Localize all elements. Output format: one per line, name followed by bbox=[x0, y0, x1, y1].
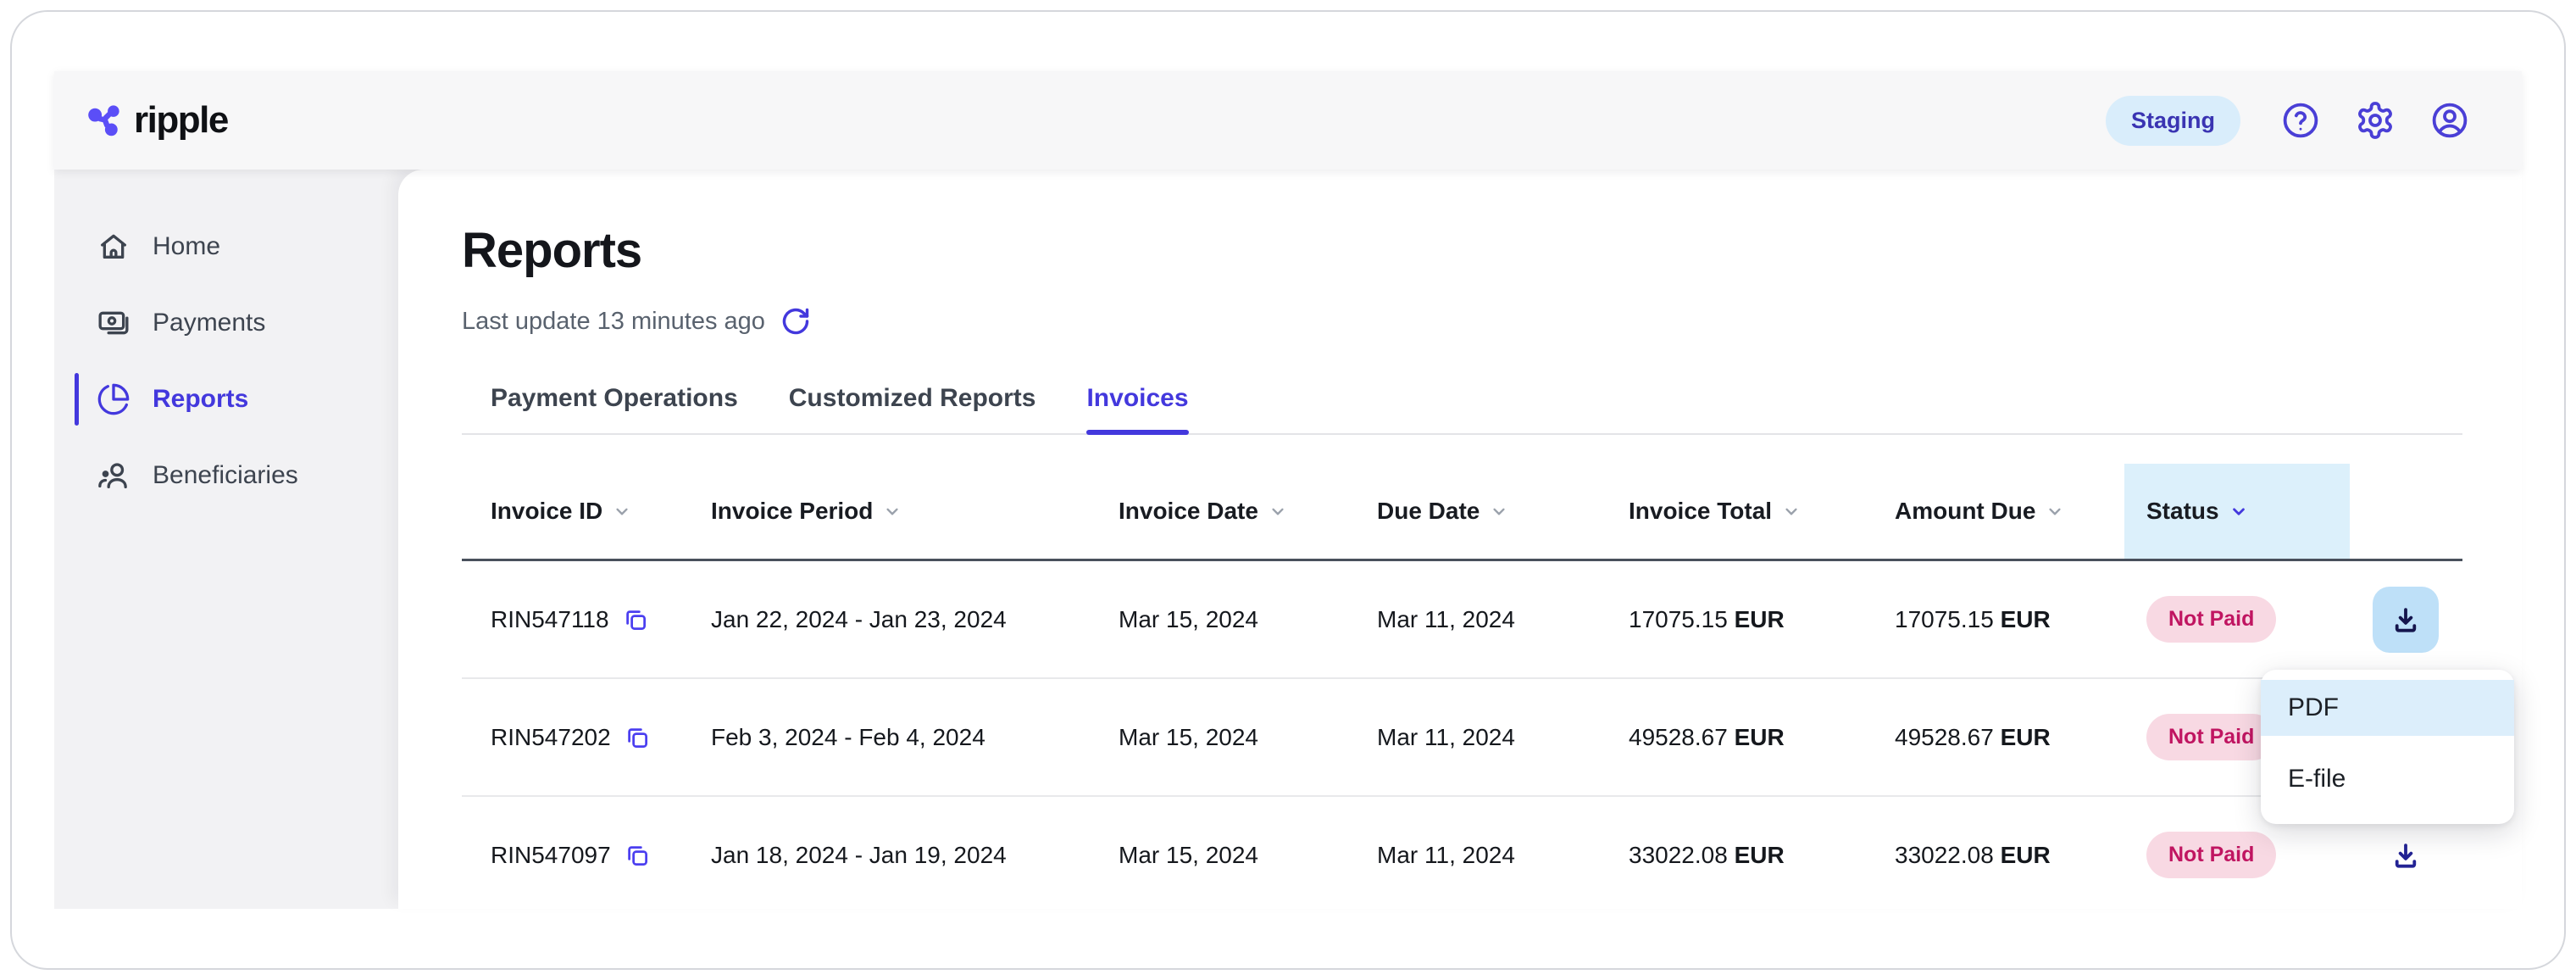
table-row: RIN547097 Jan 18, 2024 - Jan 19, 2024 Ma… bbox=[462, 797, 2462, 909]
copy-button[interactable] bbox=[625, 725, 650, 750]
chevron-down-icon bbox=[1780, 500, 1802, 522]
chevron-down-icon bbox=[1488, 500, 1510, 522]
column-header-invoice-id[interactable]: Invoice ID bbox=[491, 498, 711, 525]
actions-cell bbox=[2373, 587, 2462, 653]
user-circle-icon bbox=[2429, 100, 2470, 141]
copy-icon bbox=[625, 843, 650, 868]
chevron-down-icon bbox=[1267, 500, 1289, 522]
last-update-text: Last update 13 minutes ago bbox=[462, 308, 765, 336]
download-button[interactable] bbox=[2373, 587, 2439, 653]
status-badge: Not Paid bbox=[2146, 596, 2276, 643]
column-header-amount-due[interactable]: Amount Due bbox=[1895, 498, 2146, 525]
copy-button[interactable] bbox=[623, 607, 648, 632]
download-icon bbox=[2390, 839, 2422, 871]
amount-due-cell: 49528.67 EUR bbox=[1895, 724, 2146, 751]
invoice-period-cell: Jan 22, 2024 - Jan 23, 2024 bbox=[711, 606, 1119, 633]
table-row: RIN547202 Feb 3, 2024 - Feb 4, 2024 Mar … bbox=[462, 679, 2462, 797]
invoice-total-cell: 49528.67 EUR bbox=[1629, 724, 1895, 751]
ripple-logo-icon bbox=[85, 101, 124, 140]
due-date-cell: Mar 11, 2024 bbox=[1377, 842, 1629, 869]
top-bar-actions: Staging bbox=[2106, 96, 2473, 146]
invoice-total-cell: 17075.15 EUR bbox=[1629, 606, 1895, 633]
chevron-down-icon bbox=[611, 500, 633, 522]
main-content: Reports Last update 13 minutes ago bbox=[398, 170, 2522, 909]
column-header-invoice-total[interactable]: Invoice Total bbox=[1629, 498, 1895, 525]
due-date-cell: Mar 11, 2024 bbox=[1377, 724, 1629, 751]
account-button[interactable] bbox=[2427, 97, 2473, 143]
sidebar-item-reports[interactable]: Reports bbox=[54, 361, 398, 437]
invoice-total-cell: 33022.08 EUR bbox=[1629, 842, 1895, 869]
status-badge: Not Paid bbox=[2146, 714, 2276, 760]
home-icon bbox=[97, 230, 130, 264]
sidebar-item-payments[interactable]: Payments bbox=[54, 285, 398, 361]
actions-cell bbox=[2373, 822, 2462, 888]
last-update-row: Last update 13 minutes ago bbox=[462, 306, 2462, 337]
copy-button[interactable] bbox=[625, 843, 650, 868]
sidebar-item-label: Beneficiaries bbox=[153, 461, 298, 490]
download-button[interactable] bbox=[2373, 822, 2439, 888]
download-format-menu: PDF E-file bbox=[2261, 670, 2514, 824]
beneficiaries-icon bbox=[97, 459, 130, 493]
invoice-date-cell: Mar 15, 2024 bbox=[1119, 842, 1377, 869]
settings-button[interactable] bbox=[2352, 97, 2398, 143]
payments-icon bbox=[97, 306, 130, 340]
ripple-logo-text: ripple bbox=[134, 99, 228, 142]
refresh-button[interactable] bbox=[780, 306, 811, 337]
amount-due-cell: 17075.15 EUR bbox=[1895, 606, 2146, 633]
chevron-down-icon bbox=[2228, 500, 2250, 522]
chevron-down-icon bbox=[2044, 500, 2066, 522]
active-indicator bbox=[75, 373, 79, 426]
column-header-due-date[interactable]: Due Date bbox=[1377, 498, 1629, 525]
chevron-down-icon bbox=[881, 500, 903, 522]
app-window: ripple Staging bbox=[54, 71, 2522, 909]
sidebar-item-label: Reports bbox=[153, 385, 248, 414]
menu-item-efile[interactable]: E-file bbox=[2261, 751, 2514, 807]
screen: ripple Staging bbox=[0, 0, 2576, 980]
due-date-cell: Mar 11, 2024 bbox=[1377, 606, 1629, 633]
invoice-id-cell: RIN547202 bbox=[491, 724, 711, 751]
menu-item-pdf[interactable]: PDF bbox=[2261, 680, 2514, 736]
invoice-id-cell: RIN547118 bbox=[491, 606, 711, 633]
download-icon bbox=[2390, 604, 2422, 636]
app-body: Home Payments bbox=[54, 170, 2522, 909]
column-header-status[interactable]: Status bbox=[2124, 464, 2350, 559]
report-tabs: Payment Operations Customized Reports In… bbox=[462, 384, 2462, 435]
invoice-date-cell: Mar 15, 2024 bbox=[1119, 606, 1377, 633]
top-bar: ripple Staging bbox=[54, 71, 2522, 170]
status-badge: Not Paid bbox=[2146, 832, 2276, 878]
help-button[interactable] bbox=[2278, 97, 2323, 143]
invoices-table-header: Invoice ID Invoice Period Invoice Date bbox=[462, 464, 2462, 561]
ripple-logo: ripple bbox=[85, 99, 228, 142]
sidebar-item-label: Payments bbox=[153, 309, 265, 337]
status-cell: Not Paid bbox=[2146, 596, 2373, 643]
gear-icon bbox=[2355, 100, 2396, 141]
column-header-invoice-period[interactable]: Invoice Period bbox=[711, 498, 1119, 525]
page-title: Reports bbox=[462, 222, 2462, 279]
tab-customized-reports[interactable]: Customized Reports bbox=[789, 384, 1036, 433]
column-header-invoice-date[interactable]: Invoice Date bbox=[1119, 498, 1377, 525]
tab-invoices[interactable]: Invoices bbox=[1086, 384, 1188, 433]
help-icon bbox=[2280, 100, 2321, 141]
tab-payment-operations[interactable]: Payment Operations bbox=[491, 384, 738, 433]
invoice-period-cell: Jan 18, 2024 - Jan 19, 2024 bbox=[711, 842, 1119, 869]
environment-badge: Staging bbox=[2106, 96, 2240, 146]
status-cell: Not Paid bbox=[2146, 832, 2373, 878]
reports-icon bbox=[97, 382, 130, 416]
invoice-period-cell: Feb 3, 2024 - Feb 4, 2024 bbox=[711, 724, 1119, 751]
invoice-id-cell: RIN547097 bbox=[491, 842, 711, 869]
copy-icon bbox=[623, 607, 648, 632]
sidebar-item-label: Home bbox=[153, 232, 220, 261]
invoice-date-cell: Mar 15, 2024 bbox=[1119, 724, 1377, 751]
sidebar-item-beneficiaries[interactable]: Beneficiaries bbox=[54, 437, 398, 514]
table-row: RIN547118 Jan 22, 2024 - Jan 23, 2024 Ma… bbox=[462, 561, 2462, 679]
sidebar: Home Payments bbox=[54, 170, 398, 909]
copy-icon bbox=[625, 725, 650, 750]
amount-due-cell: 33022.08 EUR bbox=[1895, 842, 2146, 869]
sidebar-item-home[interactable]: Home bbox=[54, 209, 398, 285]
refresh-icon bbox=[780, 306, 811, 337]
